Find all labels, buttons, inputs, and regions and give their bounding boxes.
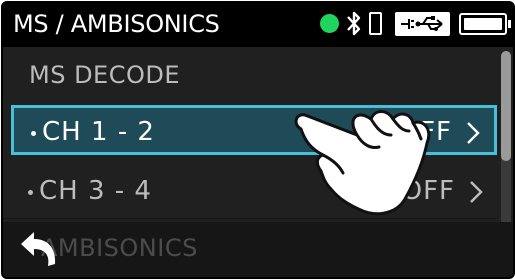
battery-level: [464, 18, 502, 30]
scrollbar[interactable]: [501, 51, 511, 226]
bluetooth-icon: [347, 11, 361, 36]
screen-title: MS / AMBISONICS: [13, 10, 220, 38]
title-bar: MS / AMBISONICS: [3, 3, 513, 47]
menu-item-label: CH 3 - 4: [39, 176, 152, 206]
chevron-right-icon: [470, 181, 483, 203]
bullet-icon: [31, 131, 36, 136]
menu-item-label: CH 1 - 2: [42, 117, 155, 147]
battery-icon: [459, 13, 511, 35]
chevron-right-icon: [467, 122, 480, 144]
device-screen: MS / AMBISONICS MS DECODE CH 1 - 2 OFF C…: [1, 1, 515, 279]
back-label: AMBISONICS: [41, 234, 198, 262]
usb-power-icon: [395, 12, 450, 36]
section-header: MS DECODE: [29, 61, 181, 89]
phone-icon: [369, 12, 382, 35]
back-arrow-icon[interactable]: [17, 230, 59, 270]
bullet-icon: [28, 190, 33, 195]
back-bar[interactable]: AMBISONICS: [3, 222, 513, 277]
scrollbar-thumb[interactable]: [501, 51, 511, 161]
tap-hand-icon: [294, 110, 431, 216]
status-indicator-dot: [320, 14, 339, 33]
